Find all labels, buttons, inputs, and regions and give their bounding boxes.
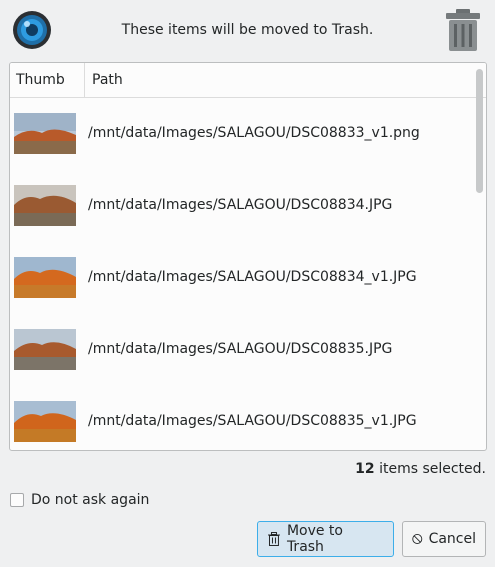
list-item[interactable]: /mnt/data/Images/SALAGOU/DSC08833_v1.png [10, 98, 472, 170]
selected-count-number: 12 [355, 461, 375, 477]
file-path: /mnt/data/Images/SALAGOU/DSC08834.JPG [88, 197, 393, 213]
thumbnail-image [14, 257, 76, 298]
thumbnail-image [14, 401, 76, 442]
do-not-ask-label[interactable]: Do not ask again [31, 492, 149, 508]
items-list[interactable]: Thumb Path /mnt/data/Images/SALAGOU/DSC0… [9, 62, 487, 451]
list-item[interactable]: /mnt/data/Images/SALAGOU/DSC08834_v1.JPG [10, 242, 472, 314]
thumbnail-image [14, 113, 76, 154]
trash-can-icon [446, 9, 480, 51]
list-rows: /mnt/data/Images/SALAGOU/DSC08833_v1.png… [10, 98, 472, 450]
list-item[interactable]: /mnt/data/Images/SALAGOU/DSC08835.JPG [10, 314, 472, 386]
camera-lens-icon [13, 11, 51, 49]
list-item[interactable]: /mnt/data/Images/SALAGOU/DSC08835_v1.JPG [10, 386, 472, 450]
confirmation-message: These items will be moved to Trash. [121, 22, 374, 38]
file-path: /mnt/data/Images/SALAGOU/DSC08833_v1.png [88, 125, 420, 141]
thumbnail-image [14, 185, 76, 226]
column-header-path[interactable]: Path [86, 63, 123, 97]
file-path: /mnt/data/Images/SALAGOU/DSC08835.JPG [88, 341, 393, 357]
move-to-trash-label: Move to Trash [286, 523, 343, 555]
file-path: /mnt/data/Images/SALAGOU/DSC08835_v1.JPG [88, 413, 417, 429]
cancel-button[interactable]: Cancel [402, 521, 486, 557]
trash-icon [267, 532, 280, 546]
file-path: /mnt/data/Images/SALAGOU/DSC08834_v1.JPG [88, 269, 417, 285]
column-header-thumb[interactable]: Thumb [10, 63, 85, 97]
cancel-label: Cancel [428, 531, 476, 547]
selection-count: 12 items selected. [355, 461, 486, 477]
move-to-trash-button[interactable]: Move to Trash [257, 521, 394, 557]
list-item[interactable]: /mnt/data/Images/SALAGOU/DSC08834.JPG [10, 170, 472, 242]
selected-count-suffix: items selected. [379, 461, 486, 477]
thumbnail-image [14, 329, 76, 370]
cancel-circle-icon [412, 534, 423, 544]
list-header: Thumb Path [10, 63, 486, 98]
scrollbar-handle[interactable] [476, 69, 483, 193]
do-not-ask-checkbox[interactable] [10, 493, 24, 507]
vertical-scrollbar[interactable] [476, 69, 483, 445]
